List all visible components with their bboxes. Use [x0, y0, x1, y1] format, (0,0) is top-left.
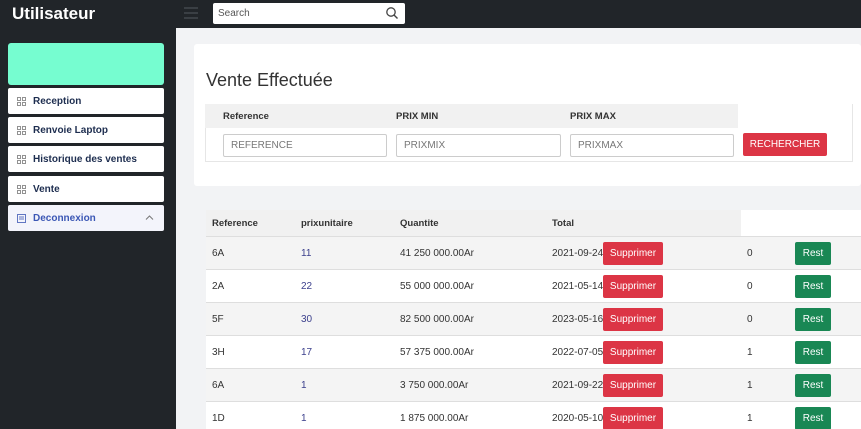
cell-count: 1	[747, 413, 753, 424]
sidebar-item-label: Historique des ventes	[33, 153, 137, 165]
column-header-reference: Reference	[212, 218, 258, 229]
cell-total: 2021-09-24	[552, 248, 604, 259]
cell-total: 2021-05-14	[552, 281, 604, 292]
search-input[interactable]	[213, 3, 383, 24]
cell-prixunitaire: 11	[301, 248, 312, 259]
supprimer-button[interactable]: Supprimer	[603, 275, 663, 298]
reference-label: Reference	[223, 111, 269, 122]
sidebar-item-label: Renvoie Laptop	[33, 124, 109, 136]
menu-icon[interactable]	[184, 7, 198, 21]
rest-button[interactable]: Rest	[795, 407, 831, 429]
sidebar-item-renvoie-laptop[interactable]: Renvoie Laptop	[8, 117, 164, 143]
cell-prixunitaire: 1	[301, 380, 307, 391]
sidebar-item-historique[interactable]: Historique des ventes	[8, 146, 164, 172]
sidebar-item-vente[interactable]: Vente	[8, 176, 164, 202]
table-row: 2A 22 55 000 000.00Ar 2021-05-14 0 Supprimer R…	[206, 269, 861, 302]
cell-count: 0	[747, 248, 753, 259]
search-icon[interactable]	[385, 6, 399, 20]
table-row: 6A 11 41 250 000.00Ar 2021-09-24 0 Supprimer R…	[206, 236, 861, 269]
grid-icon	[17, 184, 26, 194]
cell-reference: 6A	[212, 248, 225, 259]
column-header-quantite: Quantite	[400, 218, 439, 229]
supprimer-button[interactable]: Supprimer	[603, 407, 663, 429]
logout-icon	[17, 213, 26, 223]
grid-icon	[17, 154, 26, 164]
supprimer-button[interactable]: Supprimer	[603, 341, 663, 364]
cell-reference: 3H	[212, 347, 225, 358]
cell-total: 2021-09-22	[552, 380, 604, 391]
supprimer-button[interactable]: Supprimer	[603, 374, 663, 397]
table-row: 5F 30 82 500 000.00Ar 2023-05-16 0 Supprimer R…	[206, 302, 861, 335]
cell-prixunitaire: 30	[301, 314, 313, 325]
cell-total: 2023-05-16	[552, 314, 604, 325]
cell-prixunitaire: 1	[301, 413, 307, 424]
filter-header-action	[738, 104, 853, 128]
column-header-total: Total	[552, 218, 574, 229]
search-box	[213, 3, 405, 24]
sidebar-item-label: Deconnexion	[33, 212, 96, 224]
cell-reference: 2A	[212, 281, 225, 292]
cell-count: 0	[747, 281, 753, 292]
sidebar-item-label: Reception	[33, 95, 82, 107]
rest-button[interactable]: Rest	[795, 242, 831, 265]
brand-title[interactable]: Utilisateur	[12, 4, 95, 24]
rest-button[interactable]: Rest	[795, 308, 831, 331]
cell-quantite: 57 375 000.00Ar	[400, 347, 474, 358]
rechercher-button[interactable]: RECHERCHER	[743, 133, 827, 156]
prixmax-input[interactable]	[570, 134, 734, 157]
cell-quantite: 82 500 000.00Ar	[400, 314, 474, 325]
column-header-prixunitaire: prixunitaire	[301, 218, 353, 229]
sales-table: Reference prixunitaire Quantite Total 6A…	[206, 210, 861, 429]
cell-total: 2022-07-05	[552, 347, 604, 358]
prixmin-label: PRIX MIN	[396, 111, 439, 122]
cell-quantite: 41 250 000.00Ar	[400, 248, 474, 259]
reference-input[interactable]	[223, 134, 387, 157]
cell-total: 2020-05-10	[552, 413, 604, 424]
prixmax-label: PRIX MAX	[570, 111, 616, 122]
table-row: 6A 1 3 750 000.00Ar 2021-09-22 1 Supprimer Res…	[206, 368, 861, 401]
sidebar-item-reception[interactable]: Reception	[8, 88, 164, 114]
rest-button[interactable]: Rest	[795, 374, 831, 397]
cell-prixunitaire: 17	[301, 347, 313, 358]
table-row: 3H 17 57 375 000.00Ar 2022-07-05 1 Supprimer R…	[206, 335, 861, 368]
search-panel: Vente Effectuée Reference PRIX MIN PRIX …	[194, 44, 861, 186]
table-header: Reference prixunitaire Quantite Total	[206, 210, 741, 236]
rest-button[interactable]: Rest	[795, 341, 831, 364]
table-row: 1D 1 1 875 000.00Ar 2020-05-10 1 Supprimer Res…	[206, 401, 861, 429]
page-title: Vente Effectuée	[206, 70, 333, 90]
sidebar: Reception Renvoie Laptop Historique des …	[0, 28, 176, 429]
rest-button[interactable]: Rest	[795, 275, 831, 298]
prixmin-input[interactable]	[396, 134, 561, 157]
cell-quantite: 1 875 000.00Ar	[400, 413, 469, 424]
cell-count: 1	[747, 347, 753, 358]
sidebar-item-deconnexion[interactable]: Deconnexion	[8, 205, 164, 231]
cell-prixunitaire: 22	[301, 281, 313, 292]
supprimer-button[interactable]: Supprimer	[603, 242, 663, 265]
cell-count: 1	[747, 380, 753, 391]
sidebar-item-label: Vente	[33, 183, 60, 195]
top-navbar: Utilisateur	[0, 0, 861, 28]
cell-reference: 5F	[212, 314, 224, 325]
cell-reference: 6A	[212, 380, 225, 391]
grid-icon	[17, 125, 26, 135]
chevron-up-icon[interactable]	[145, 213, 154, 222]
supprimer-button[interactable]: Supprimer	[603, 308, 663, 331]
cell-count: 0	[747, 314, 753, 325]
cell-quantite: 55 000 000.00Ar	[400, 281, 474, 292]
user-card	[8, 43, 164, 85]
cell-reference: 1D	[212, 413, 225, 424]
cell-quantite: 3 750 000.00Ar	[400, 380, 469, 391]
grid-icon	[17, 96, 26, 106]
